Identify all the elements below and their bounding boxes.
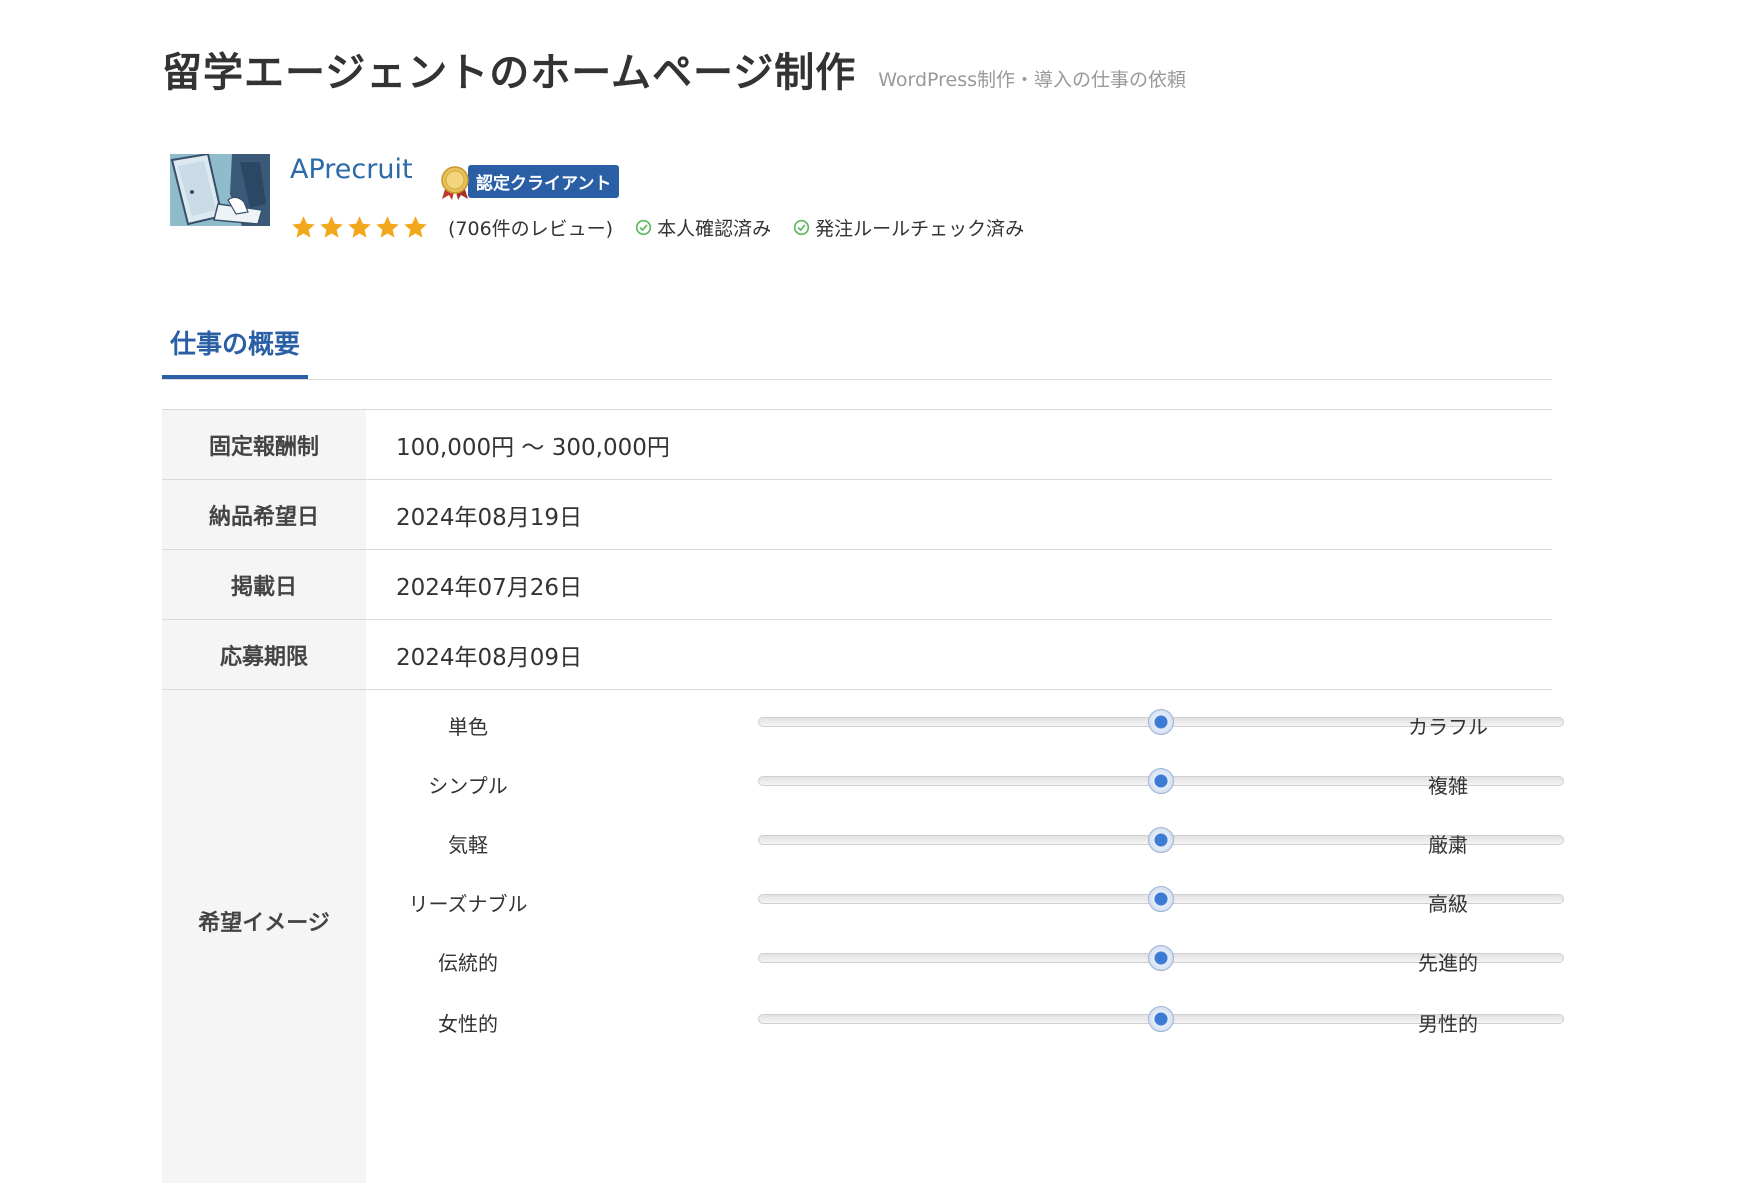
check-circle-icon [793,219,810,236]
medal-icon [440,166,470,200]
slider-thumb [1148,827,1174,853]
certified-client-badge: 認定クライアント [440,164,620,200]
scale-right-label: 先進的 [1418,951,1478,975]
star-icon [320,216,343,238]
preference-scale: 気軽 厳粛 [366,827,1564,857]
row-label: 納品希望日 [162,480,366,549]
verification-label: 本人確認済み [657,218,772,240]
client-info: APrecruit 認定クライアント (706件のレビュー) 本人確認済み 発注… [170,154,1170,244]
image-preferences-row: 希望イメージ 単色 カラフル シンプル 複雑 気軽 厳粛 リーズナブル 高級 伝… [162,690,1564,1183]
scale-left-label: シンプル [428,774,508,798]
scale-left-label: 気軽 [448,833,488,857]
preference-scale: 伝統的 先進的 [366,945,1564,975]
star-icon [292,216,315,238]
client-name[interactable]: APrecruit [290,154,413,185]
table-row: 掲載日 2024年07月26日 [162,550,1552,620]
preference-scale: シンプル 複雑 [366,768,1564,798]
slider-thumb [1148,709,1174,735]
slider-thumb [1148,886,1174,912]
table-row: 納品希望日 2024年08月19日 [162,480,1552,550]
rating-row: (706件のレビュー) 本人確認済み 発注ルールチェック済み [290,214,1024,241]
scale-left-label: 女性的 [438,1012,498,1036]
table-row: 応募期限 2024年08月09日 [162,620,1552,690]
scale-right-label: 男性的 [1418,1012,1478,1036]
row-label: 固定報酬制 [162,410,366,479]
star-rating [290,214,430,241]
image-preference-sliders: 単色 カラフル シンプル 複雑 気軽 厳粛 リーズナブル 高級 伝統的 先進的 … [366,690,1564,1183]
row-label: 掲載日 [162,550,366,619]
job-category[interactable]: WordPress制作・導入の仕事の依頼 [878,65,1186,92]
scale-left-label: 単色 [448,715,488,739]
check-circle-icon [635,219,652,236]
row-label: 応募期限 [162,620,366,689]
verification-label: 発注ルールチェック済み [815,218,1025,240]
table-row: 固定報酬制 100,000円 〜 300,000円 [162,410,1552,480]
star-icon [404,216,427,238]
star-icon [376,216,399,238]
slider-thumb [1148,1006,1174,1032]
avatar[interactable] [170,154,270,226]
page-title: 留学エージェントのホームページ制作 [162,50,857,96]
scale-left-label: リーズナブル [408,892,528,916]
scale-left-label: 伝統的 [438,951,498,975]
scale-right-label: 複雑 [1428,774,1468,798]
divider [162,379,1552,380]
slider-thumb [1148,768,1174,794]
job-details-table: 固定報酬制 100,000円 〜 300,000円 納品希望日 2024年08月… [162,409,1564,1183]
review-count-link[interactable]: (706件のレビュー) [448,214,613,241]
row-value: 2024年08月09日 [396,644,583,671]
order-rules-checked: 発注ルールチェック済み [793,214,1024,241]
row-value: 2024年08月19日 [396,504,583,531]
scale-right-label: 高級 [1428,892,1468,916]
slider-thumb [1148,945,1174,971]
row-value: 2024年07月26日 [396,574,583,601]
scale-right-label: 厳粛 [1428,833,1468,857]
preference-scale: リーズナブル 高級 [366,886,1564,916]
job-page: 留学エージェントのホームページ制作 WordPress制作・導入の仕事の依頼 A… [0,0,1763,1183]
title-row: 留学エージェントのホームページ制作 WordPress制作・導入の仕事の依頼 [162,40,1186,98]
row-value: 100,000円 〜 300,000円 [396,434,670,461]
star-icon [348,216,371,238]
scale-right-label: カラフル [1408,715,1488,739]
preference-scale: 女性的 男性的 [366,1006,1564,1036]
identity-verified: 本人確認済み [635,214,771,241]
tab-job-overview[interactable]: 仕事の概要 [162,324,308,361]
row-label: 希望イメージ [162,690,366,1183]
preference-scale: 単色 カラフル [366,709,1564,739]
badge-label: 認定クライアント [468,164,620,198]
